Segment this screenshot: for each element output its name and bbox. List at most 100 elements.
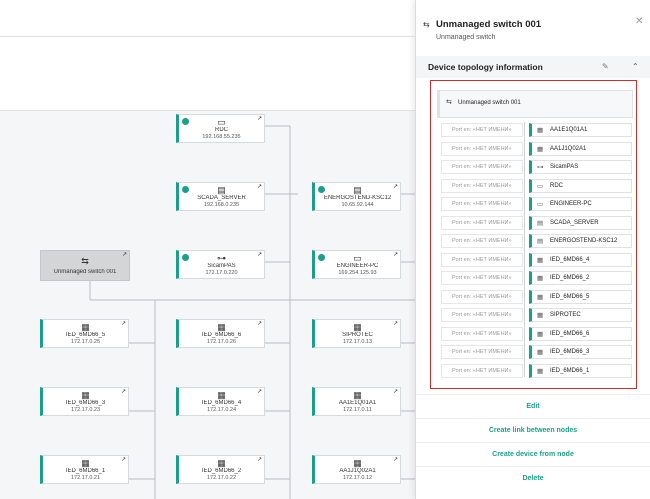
node-ied-4[interactable]: ▦ IED_6MD66_4 172.17.0.24 ↗	[176, 387, 265, 416]
port-device-name: AA1J1Q02A1	[550, 145, 587, 152]
port-device-name: ENGINEER-PC	[550, 201, 592, 207]
node-label: ENERGOSTEND-KSC12	[323, 195, 392, 201]
expand-arrow-icon[interactable]: ↗	[257, 389, 262, 395]
node-ip: 172.17.0.22	[206, 475, 237, 481]
node-label: SicamPAS	[207, 263, 236, 269]
port-device[interactable]: ▦ AA1J1Q02A1	[529, 141, 632, 156]
node-label: IED_6MD66_1	[65, 468, 106, 474]
node-ip: 172.17.0.13	[342, 339, 373, 345]
chevron-up-icon[interactable]: ⌃	[632, 62, 639, 71]
node-ip: 172.17.0.23	[70, 407, 101, 413]
node-ied-5[interactable]: ▦ IED_6MD66_5 172.17.0.25 ↗	[40, 319, 129, 348]
node-label: IED_6MD66_6	[201, 332, 242, 338]
ied-icon: ▦	[353, 390, 362, 400]
node-ip: 10.65.92.144	[341, 202, 374, 208]
port-device[interactable]: ▦ IED_6MD66_5	[529, 289, 632, 304]
ied-icon: ▦	[537, 256, 544, 264]
node-label: SCADA_SERVER	[197, 195, 246, 201]
port-device[interactable]: ⊶ SicamPAS	[529, 160, 632, 174]
node-ip: 172.17.0.220	[205, 270, 238, 276]
node-label: IED_6MD66_3	[65, 400, 106, 406]
port-row: Port en: «НЕТ ИМЕНИ»	[441, 178, 523, 193]
node-ip: 172.17.0.24	[206, 407, 237, 413]
node-engineer-pc[interactable]: ▭ ENGINEER-PC 169.254.125.93 ↗	[312, 250, 401, 279]
port-device-name: IED_6MD66_2	[550, 275, 590, 281]
port-device[interactable]: ▦ IED_6MD66_6	[529, 326, 632, 341]
port-device[interactable]: ▦ SIPROTEC	[529, 308, 632, 322]
expand-arrow-icon[interactable]: ↗	[257, 116, 262, 122]
expand-arrow-icon[interactable]: ↗	[393, 252, 398, 258]
port-device[interactable]: ▤ ENERGOSTEND-KSC12	[529, 234, 632, 248]
expand-arrow-icon[interactable]: ↗	[393, 457, 398, 463]
port-row: Port en: «НЕТ ИМЕНИ»	[441, 160, 523, 174]
expand-arrow-icon[interactable]: ↗	[393, 389, 398, 395]
port-device[interactable]: ▦ IED_6MD66_2	[529, 271, 632, 285]
expand-arrow-icon[interactable]: ↗	[122, 252, 127, 258]
check-icon	[182, 254, 189, 261]
port-label: Port en: «НЕТ ИМЕНИ»	[452, 349, 512, 355]
section-title: Device topology information	[428, 62, 543, 72]
port-label: Port en: «НЕТ ИМЕНИ»	[452, 164, 512, 170]
port-device[interactable]: ▦ IED_6MD66_4	[529, 252, 632, 267]
port-device[interactable]: ▦ AA1E1Q01A1	[529, 123, 632, 137]
node-aa1e1q01a1[interactable]: ▦ AA1E1Q01A1 172.17.0.11 ↗	[312, 387, 401, 416]
ied-icon: ▦	[81, 390, 90, 400]
node-label: IED_6MD66_5	[65, 332, 106, 338]
node-rdc[interactable]: ▭ RDC 192.168.55.235 ↗	[176, 114, 265, 143]
server-icon: ▤	[217, 185, 226, 195]
port-device-name: IED_6MD66_3	[550, 349, 590, 355]
expand-arrow-icon[interactable]: ↗	[121, 321, 126, 327]
port-row: Port en: «НЕТ ИМЕНИ»	[441, 123, 523, 137]
expand-arrow-icon[interactable]: ↗	[257, 321, 262, 327]
port-device-name: SCADA_SERVER	[550, 219, 599, 226]
expand-arrow-icon[interactable]: ↗	[393, 321, 398, 327]
close-icon[interactable]: ✕	[635, 16, 643, 27]
expand-arrow-icon[interactable]: ↗	[393, 184, 398, 190]
port-label: Port en: «НЕТ ИМЕНИ»	[452, 293, 512, 300]
node-sicampas[interactable]: ⊶ SicamPAS 172.17.0.220 ↗	[176, 250, 265, 279]
create-link-button[interactable]: Create link between nodes	[416, 418, 650, 442]
port-row: Port en: «НЕТ ИМЕНИ»	[441, 345, 523, 359]
port-device[interactable]: ▤ SCADA_SERVER	[529, 215, 632, 230]
port-device[interactable]: ▦ IED_6MD66_3	[529, 345, 632, 359]
node-ip: 192.168.0.235	[203, 202, 240, 208]
port-device[interactable]: ▭ ENGINEER-PC	[529, 197, 632, 211]
node-ied-3[interactable]: ▦ IED_6MD66_3 172.17.0.23 ↗	[40, 387, 129, 416]
port-device[interactable]: ▭ RDC	[529, 178, 632, 193]
expand-arrow-icon[interactable]: ↗	[257, 184, 262, 190]
port-row: Port en: «НЕТ ИМЕНИ»	[441, 271, 523, 285]
edit-button[interactable]: Edit	[416, 394, 650, 418]
port-label: Port en: «НЕТ ИМЕНИ»	[452, 275, 512, 281]
node-ied-1[interactable]: ▦ IED_6MD66_1 172.17.0.21 ↗	[40, 455, 129, 484]
pencil-icon[interactable]: ✎	[602, 62, 609, 71]
port-label: Port en: «НЕТ ИМЕНИ»	[452, 219, 512, 226]
node-ied-2[interactable]: ▦ IED_6MD66_2 172.17.0.22 ↗	[176, 455, 265, 484]
port-row: Port en: «НЕТ ИМЕНИ»	[441, 197, 523, 211]
port-device[interactable]: ▦ IED_6MD66_1	[529, 363, 632, 378]
ied-icon: ▦	[353, 322, 362, 332]
node-scada-server[interactable]: ▤ SCADA_SERVER 192.168.0.235 ↗	[176, 182, 265, 211]
ied-icon: ▦	[217, 322, 226, 332]
expand-arrow-icon[interactable]: ↗	[121, 389, 126, 395]
create-device-button[interactable]: Create device from node	[416, 442, 650, 466]
node-ied-6[interactable]: ▦ IED_6MD66_6 172.17.0.26 ↗	[176, 319, 265, 348]
delete-button[interactable]: Delete	[416, 466, 650, 490]
monitor-icon: ▭	[217, 117, 226, 127]
node-siprotec[interactable]: ▦ SIPROTEC 172.17.0.13 ↗	[312, 319, 401, 348]
plug-icon: ⊶	[537, 164, 544, 171]
expand-arrow-icon[interactable]: ↗	[257, 457, 262, 463]
port-device-name: ENERGOSTEND-KSC12	[550, 238, 618, 244]
ied-icon: ▦	[217, 390, 226, 400]
port-row: Port en: «НЕТ ИМЕНИ»	[441, 326, 523, 341]
node-energostend[interactable]: ▤ ENERGOSTEND-KSC12 10.65.92.144 ↗	[312, 182, 401, 211]
port-row: Port en: «НЕТ ИМЕНИ»	[441, 308, 523, 322]
ied-icon: ▦	[353, 458, 362, 468]
node-unmanaged-switch[interactable]: ⇆ Unmanaged switch 001 ↗	[40, 250, 130, 281]
ied-icon: ▦	[81, 458, 90, 468]
node-ip: 172.17.0.11	[343, 407, 372, 413]
expand-arrow-icon[interactable]: ↗	[257, 252, 262, 258]
node-aa1j1q02a1[interactable]: ▦ AA1J1Q02A1 172.17.0.12 ↗	[312, 455, 401, 484]
node-label: ENGINEER-PC	[336, 263, 379, 269]
expand-arrow-icon[interactable]: ↗	[121, 457, 126, 463]
ied-icon: ▦	[81, 322, 90, 332]
